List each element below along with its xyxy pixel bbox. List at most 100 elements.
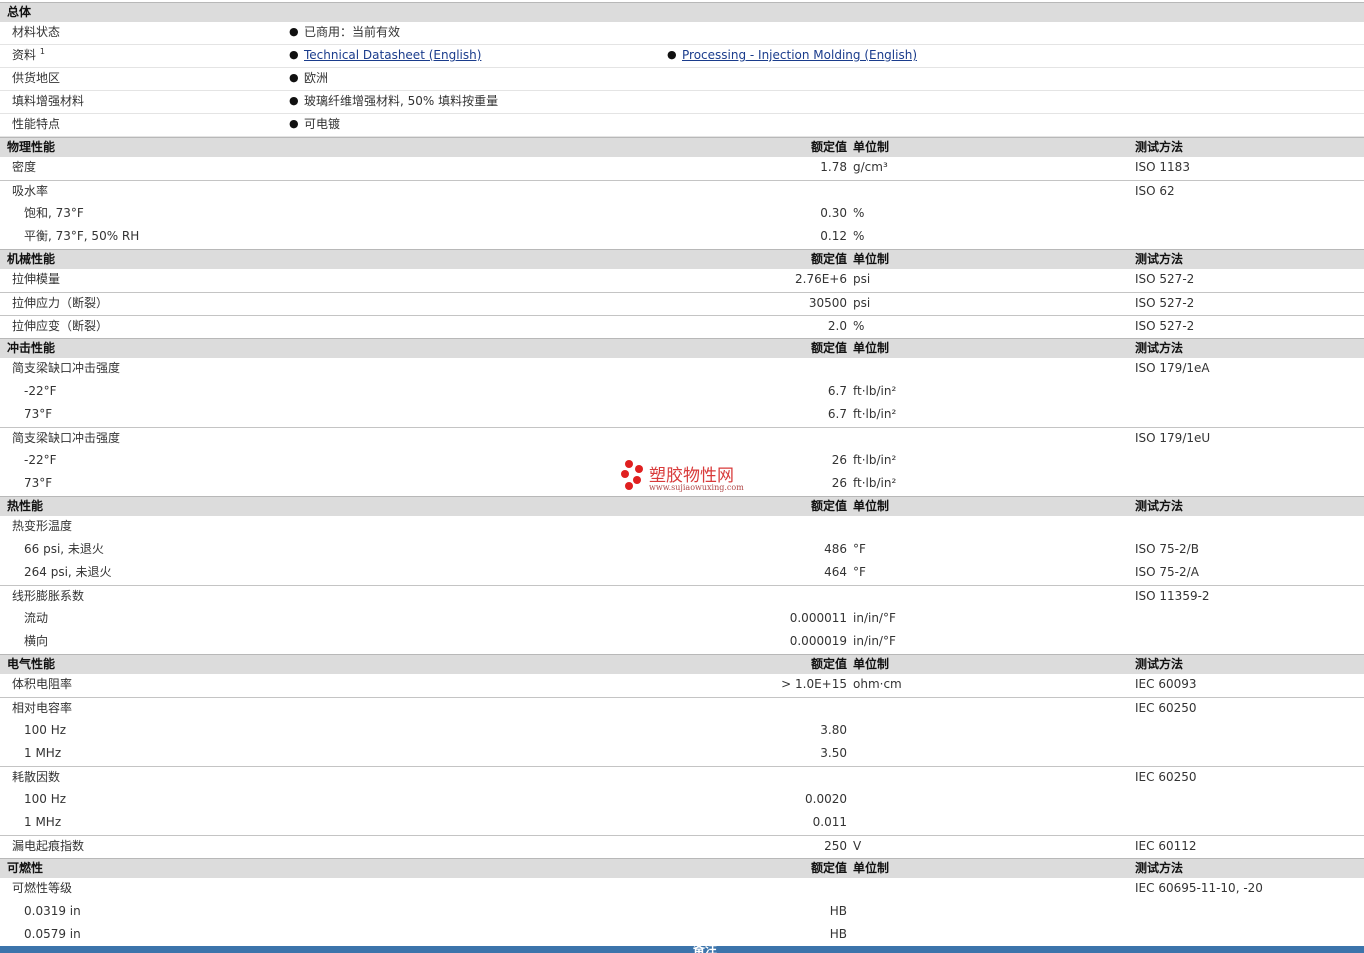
property-name: 热变形温度 [12, 519, 73, 533]
property-row: 简支梁缺口冲击强度 ISO 179/1eA [0, 358, 1364, 381]
test-method: ISO 179/1eU [1135, 431, 1211, 445]
property-condition: 饱和, 73°F [24, 206, 84, 220]
property-condition: 0.0319 in [24, 904, 81, 918]
property-unit: in/in/°F [853, 634, 896, 648]
property-value: 2.0 [827, 319, 847, 333]
property-name: 拉伸应力（断裂） [12, 296, 109, 310]
property-row: 密度 1.78 g/cm³ ISO 1183 [0, 157, 1364, 180]
footer-bar: 备注 [0, 946, 1364, 953]
general-row: 资料 1 ● Technical Datasheet (English) ● Proce… [0, 45, 1364, 68]
column-header-method: 测试方法 [1135, 861, 1184, 875]
column-header-method: 测试方法 [1135, 657, 1184, 671]
property-name: 拉伸模量 [12, 272, 61, 286]
section-title: 总体 [7, 5, 32, 19]
property-row: 1 MHz 0.011 [0, 812, 1364, 835]
bullet-dot-icon: ● [289, 71, 299, 84]
property-unit: % [853, 229, 865, 243]
section-title: 物理性能 [7, 140, 56, 154]
column-header-method: 测试方法 [1135, 341, 1184, 355]
property-unit: V [853, 839, 862, 853]
test-method: ISO 527-2 [1135, 272, 1195, 286]
property-value: 1.78 [820, 160, 847, 174]
section-header: 可燃性 额定值 单位制 测试方法 [0, 858, 1364, 878]
technical-datasheet-link[interactable]: Technical Datasheet (English) [304, 48, 481, 62]
property-row: 横向 0.000019 in/in/°F [0, 631, 1364, 654]
section-header: 冲击性能 额定值 单位制 测试方法 [0, 338, 1364, 358]
property-row: 吸水率 ISO 62 [0, 180, 1364, 203]
property-value: 0.12 [820, 229, 847, 243]
property-unit: ft·lb/in² [853, 476, 897, 490]
general-row: 填料增强材料 ● 玻璃纤维增强材料, 50% 填料按重量 [0, 91, 1364, 114]
test-method: ISO 527-2 [1135, 296, 1195, 310]
column-header-unit: 单位制 [853, 140, 890, 154]
column-header-method: 测试方法 [1135, 499, 1184, 513]
property-value: 2.76E+6 [795, 272, 847, 286]
property-row: 平衡, 73°F, 50% RH 0.12% [0, 226, 1364, 249]
column-header-value: 额定值 [810, 252, 847, 266]
property-name: 可燃性等级 [12, 881, 73, 895]
property-row: 100 Hz 3.80 [0, 720, 1364, 743]
bullet-dot-icon: ● [289, 25, 299, 38]
property-value: 250 [824, 839, 847, 853]
property-unit: psi [853, 296, 871, 310]
bullet-dot-icon: ● [667, 48, 677, 61]
column-header-method: 测试方法 [1135, 252, 1184, 266]
property-row: 拉伸应力（断裂） 30500 psi ISO 527-2 [0, 292, 1364, 315]
general-row-label-text: 填料增强材料 [12, 94, 85, 108]
general-row-label: 资料 1 [12, 45, 45, 65]
property-unit: % [853, 206, 865, 220]
property-value: HB [829, 904, 847, 918]
datasheet-link-item: Technical Datasheet (English) [304, 45, 481, 65]
property-name: 吸水率 [12, 184, 49, 198]
section-title: 热性能 [7, 499, 44, 513]
test-method: ISO 62 [1135, 184, 1175, 198]
general-row: 材料状态 ● 已商用：当前有效 [0, 22, 1364, 45]
processing-guide-link[interactable]: Processing - Injection Molding (English) [682, 48, 917, 62]
test-method: IEC 60112 [1135, 839, 1197, 853]
property-row: 0.0579 in HB [0, 924, 1364, 947]
property-row: 线形膨胀系数 ISO 11359-2 [0, 585, 1364, 608]
section-header: 机械性能 额定值 单位制 测试方法 [0, 249, 1364, 269]
property-name: 体积电阻率 [12, 677, 73, 691]
column-header-method: 测试方法 [1135, 140, 1184, 154]
test-method: IEC 60250 [1135, 701, 1197, 715]
logo-dot-icon [621, 470, 629, 478]
section-header: 物理性能 额定值 单位制 测试方法 [0, 137, 1364, 157]
logo-dot-icon [625, 460, 633, 468]
footnote-marker: 1 [39, 47, 45, 56]
general-row-label: 填料增强材料 [12, 91, 84, 111]
property-unit: % [853, 319, 865, 333]
test-method: ISO 11359-2 [1135, 589, 1210, 603]
bullet-dot-icon: ● [289, 94, 299, 107]
section-title: 电气性能 [7, 657, 56, 671]
property-value: 30500 [808, 296, 847, 310]
general-row-value: 可电镀 [304, 117, 341, 131]
property-row: 简支梁缺口冲击强度 ISO 179/1eU [0, 427, 1364, 450]
property-name: 线形膨胀系数 [12, 589, 85, 603]
property-row: 拉伸模量 2.76E+6 psi ISO 527-2 [0, 269, 1364, 292]
property-unit: °F [853, 542, 866, 556]
footer-label: 备注 [693, 946, 718, 953]
property-condition: 73°F [24, 407, 53, 421]
property-unit: ft·lb/in² [853, 407, 897, 421]
property-row: 相对电容率 IEC 60250 [0, 697, 1364, 720]
property-condition: 流动 [24, 611, 49, 625]
property-value: 6.7 [827, 384, 847, 398]
property-row: -22°F 6.7 ft·lb/in² [0, 381, 1364, 404]
property-condition: 横向 [24, 634, 49, 648]
property-unit: ft·lb/in² [853, 384, 897, 398]
property-name: 简支梁缺口冲击强度 [12, 361, 121, 375]
general-row-label: 性能特点 [12, 114, 60, 134]
property-value: 0.0020 [805, 792, 847, 806]
section-title: 可燃性 [7, 861, 44, 875]
section-title: 冲击性能 [7, 341, 56, 355]
datasheet-link-item: Processing - Injection Molding (English) [682, 45, 917, 65]
test-method: ISO 75-2/A [1135, 565, 1199, 579]
property-name: 相对电容率 [12, 701, 73, 715]
test-method: IEC 60250 [1135, 770, 1197, 784]
logo-dot-icon [625, 482, 633, 490]
property-condition: 264 psi, 未退火 [24, 565, 112, 579]
property-row: 1 MHz 3.50 [0, 743, 1364, 766]
column-header-unit: 单位制 [853, 499, 890, 513]
property-condition: 0.0579 in [24, 927, 81, 941]
